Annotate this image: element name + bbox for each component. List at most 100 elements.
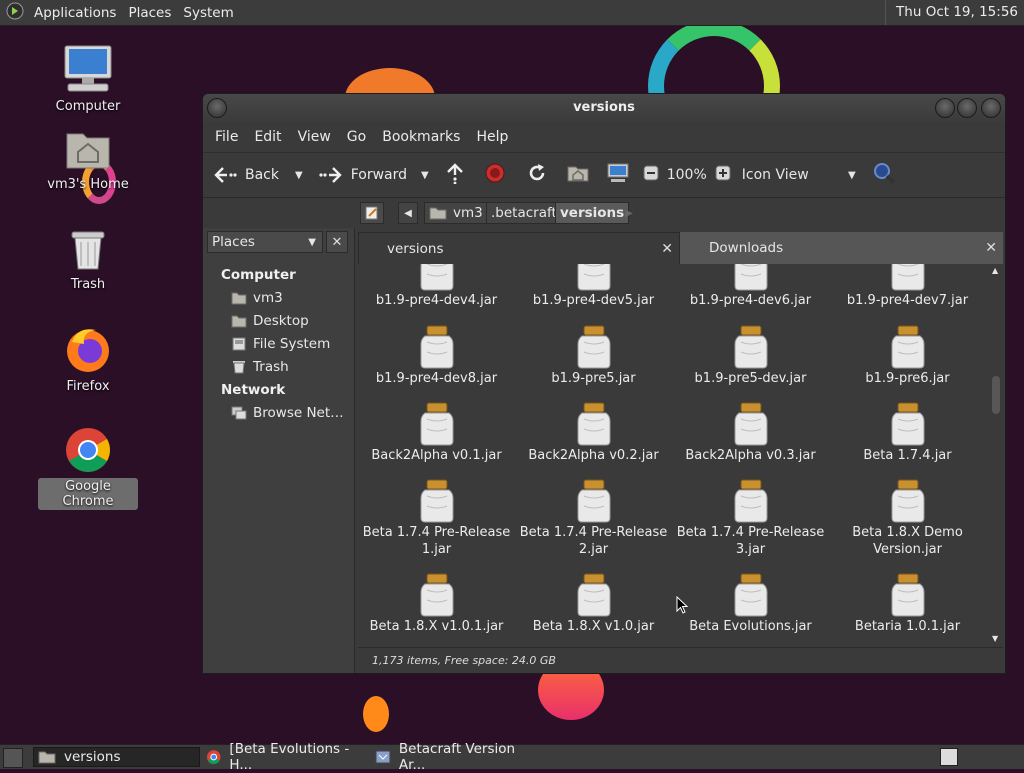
back-button[interactable]: Back	[213, 165, 279, 185]
file-item[interactable]: Betaria 1.0.1.jar	[829, 572, 986, 635]
sidebar-item-file-system[interactable]: File System	[231, 336, 330, 352]
window-titlebar[interactable]: versions	[203, 94, 1005, 122]
scroll-down-arrow-icon[interactable]: ▼	[992, 634, 998, 643]
file-item[interactable]: Beta 1.7.4 Pre-Release 1.jar	[358, 478, 515, 558]
vertical-scrollbar[interactable]: ▲ ▼	[990, 264, 1002, 644]
file-item[interactable]: Beta 1.8.X Demo Version.jar	[829, 478, 986, 558]
workspace-switcher[interactable]	[940, 748, 958, 766]
file-name: b1.9-pre5-dev.jar	[694, 371, 807, 386]
show-desktop-icon[interactable]	[3, 748, 23, 768]
zoom-in-icon[interactable]	[715, 165, 731, 185]
file-item[interactable]: b1.9-pre4-dev6.jar	[672, 264, 829, 309]
path-segment-versions[interactable]: versions	[555, 202, 630, 224]
jar-file-icon	[734, 402, 767, 446]
task-betacraft[interactable]: Betacraft Version Ar...	[375, 741, 545, 773]
up-arrow-icon[interactable]	[445, 162, 465, 188]
file-item[interactable]: Beta 1.7.4 Pre-Release 2.jar	[515, 478, 672, 558]
menu-help[interactable]: Help	[468, 129, 516, 145]
file-item[interactable]: Beta 1.8.X v1.0.1.jar	[358, 572, 515, 635]
path-segment-betacraft[interactable]: .betacraft	[486, 202, 562, 224]
sidebar-section-computer: Computer	[221, 267, 296, 283]
tab-bar: versions ✕ Downloads ✕	[358, 232, 1003, 264]
menu-go[interactable]: Go	[339, 129, 374, 145]
menu-view[interactable]: View	[290, 129, 339, 145]
forward-button[interactable]: Forward	[319, 165, 407, 185]
scroll-thumb[interactable]	[992, 376, 1000, 414]
file-item[interactable]: b1.9-pre5-dev.jar	[672, 324, 829, 387]
gnome-foot-icon[interactable]	[0, 2, 28, 24]
places-menu[interactable]: Places	[122, 5, 177, 21]
scroll-up-arrow-icon[interactable]: ▲	[992, 266, 998, 275]
file-item[interactable]: b1.9-pre4-dev5.jar	[515, 264, 672, 309]
menu-file[interactable]: File	[207, 129, 246, 145]
jar-file-icon	[420, 325, 453, 369]
stop-icon[interactable]	[485, 163, 505, 187]
search-icon[interactable]	[872, 161, 896, 189]
file-item[interactable]: Back2Alpha v0.2.jar	[515, 401, 672, 464]
task-versions[interactable]: versions	[33, 747, 200, 767]
file-name: b1.9-pre4-dev7.jar	[846, 293, 969, 308]
file-item[interactable]: Beta Evolutions.jar	[672, 572, 829, 635]
desktop-icon-firefox[interactable]: Firefox	[38, 326, 138, 395]
forward-history-dropdown-icon[interactable]: ▼	[421, 170, 429, 181]
toolbar: Back ▼ Forward ▼ 100% Icon View ▼	[203, 152, 1005, 198]
reload-icon[interactable]	[527, 163, 547, 187]
back-history-dropdown-icon[interactable]: ▼	[295, 170, 303, 181]
file-item[interactable]: b1.9-pre6.jar	[829, 324, 986, 387]
sidebar-item-desktop[interactable]: Desktop	[231, 313, 309, 329]
window-menu-button[interactable]	[207, 98, 227, 118]
path-segment-vm3[interactable]: vm3	[424, 202, 490, 224]
menu-bookmarks[interactable]: Bookmarks	[374, 129, 468, 145]
file-name: Beta 1.7.4 Pre-Release 1.jar	[362, 525, 511, 557]
close-icon[interactable]: ✕	[985, 240, 997, 256]
applications-menu[interactable]: Applications	[28, 5, 122, 21]
sidebar-item-trash[interactable]: Trash	[231, 359, 289, 375]
sidebar-close-button[interactable]: ✕	[326, 231, 348, 253]
sidebar-section-network: Network	[221, 382, 286, 398]
jar-file-icon	[891, 479, 924, 523]
desktop-icon-chrome[interactable]: Google Chrome	[38, 426, 138, 510]
file-item[interactable]: b1.9-pre4-dev4.jar	[358, 264, 515, 309]
file-item[interactable]: b1.9-pre5.jar	[515, 324, 672, 387]
file-name: b1.9-pre4-dev4.jar	[375, 293, 498, 308]
zoom-level[interactable]: 100%	[667, 167, 707, 183]
tab-versions[interactable]: versions ✕	[358, 232, 680, 264]
edit-location-button[interactable]	[360, 202, 384, 224]
menu-edit[interactable]: Edit	[246, 129, 289, 145]
view-mode-select[interactable]: Icon View ▼	[742, 167, 856, 183]
places-selector[interactable]: Places ▼	[207, 231, 323, 253]
desktop-icon-label: vm3's Home	[47, 177, 129, 192]
jar-file-icon	[891, 573, 924, 617]
forward-arrow-icon	[319, 167, 342, 183]
jar-file-icon	[891, 325, 924, 369]
close-button[interactable]	[981, 98, 1001, 118]
minimize-button[interactable]	[935, 98, 955, 118]
file-item[interactable]: Back2Alpha v0.3.jar	[672, 401, 829, 464]
desktop-icon-trash[interactable]: Trash	[38, 228, 138, 293]
path-forward-button[interactable]: ▶	[621, 202, 637, 224]
jar-file-icon	[734, 264, 767, 291]
tab-downloads[interactable]: Downloads ✕	[680, 232, 1003, 264]
file-item[interactable]: Back2Alpha v0.1.jar	[358, 401, 515, 464]
zoom-out-icon[interactable]	[643, 165, 659, 185]
desktop-icon-computer[interactable]: Computer	[38, 44, 138, 115]
file-item[interactable]: b1.9-pre4-dev7.jar	[829, 264, 986, 309]
task-chrome[interactable]: [Beta Evolutions - H...	[206, 741, 371, 773]
clock[interactable]: Thu Oct 19, 15:56	[885, 0, 1024, 25]
system-menu[interactable]: System	[177, 5, 239, 21]
sidebar-item-browse-network[interactable]: Browse Net…	[231, 405, 344, 421]
close-icon[interactable]: ✕	[661, 241, 673, 257]
wallpaper-orange-dot	[363, 696, 389, 732]
trash-icon	[233, 361, 245, 374]
computer-icon[interactable]	[607, 163, 629, 187]
path-back-button[interactable]: ◀	[398, 202, 418, 224]
file-item[interactable]: Beta 1.7.4 Pre-Release 3.jar	[672, 478, 829, 558]
file-item[interactable]: Beta 1.8.X v1.0.jar	[515, 572, 672, 635]
sidebar-item-vm3[interactable]: vm3	[231, 290, 283, 306]
maximize-button[interactable]	[957, 98, 977, 118]
file-item[interactable]: Beta 1.7.4.jar	[829, 401, 986, 464]
home-icon[interactable]	[567, 164, 589, 186]
file-name: Beta 1.7.4 Pre-Release 3.jar	[676, 525, 825, 557]
file-item[interactable]: b1.9-pre4-dev8.jar	[358, 324, 515, 387]
desktop-icon-home[interactable]: vm3's Home	[38, 128, 138, 193]
